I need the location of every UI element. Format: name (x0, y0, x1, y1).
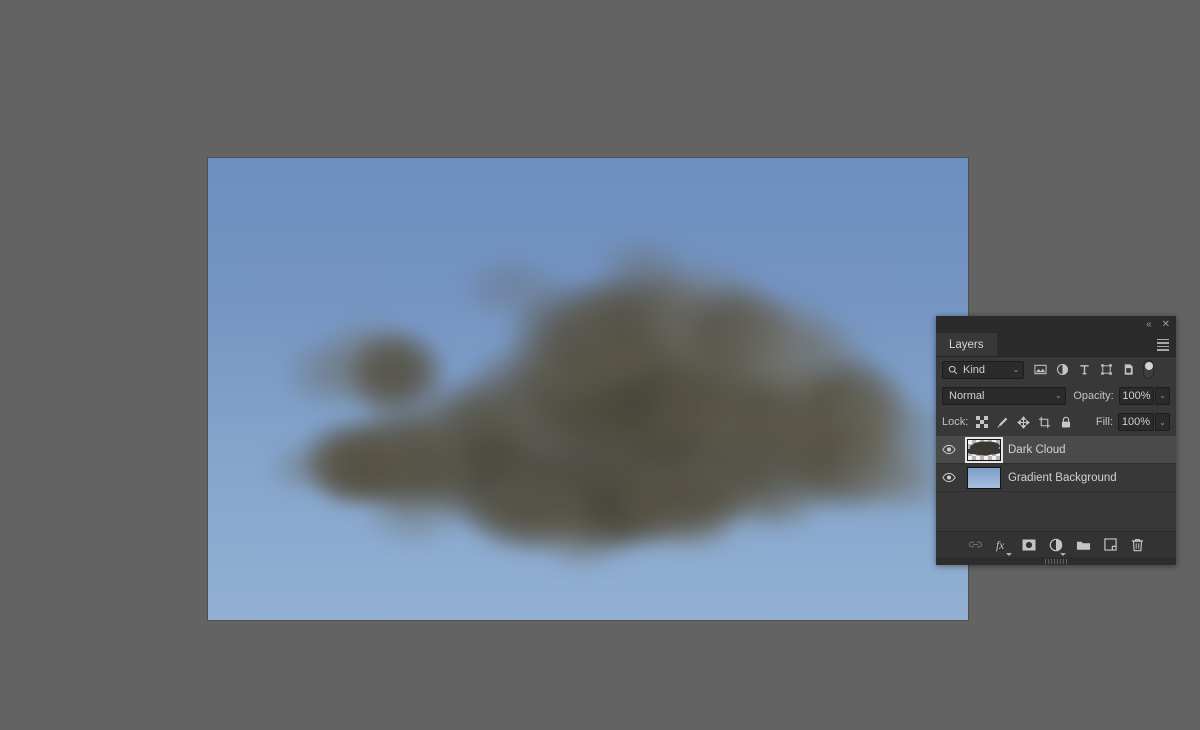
blend-mode-value: Normal (949, 389, 985, 402)
dark-cloud-layer-render (208, 158, 968, 620)
shape-filter-icon[interactable] (1095, 360, 1117, 380)
panel-tabbar: Layers (936, 333, 1176, 357)
layers-panel[interactable]: « ✕ Layers Kind ⌄ Normal ⌄ Opacity: 100%… (936, 316, 1176, 565)
cloud-puff (278, 333, 368, 413)
tabbar-spacer (997, 333, 1154, 356)
fill-stepper-chevron-icon[interactable]: ⌄ (1155, 413, 1170, 431)
layer-thumbnail-cell[interactable] (962, 466, 1006, 489)
panel-titlebar: « ✕ (936, 316, 1176, 333)
kind-filter-select[interactable]: Kind ⌄ (942, 360, 1024, 379)
adjustment-filter-icon[interactable] (1051, 360, 1073, 380)
lock-position-icon[interactable] (1013, 412, 1034, 432)
filter-toggle-knob (1144, 362, 1153, 370)
panel-footer: fx (936, 531, 1176, 557)
layer-thumbnail-dark-cloud (965, 436, 1003, 463)
add-mask-button[interactable] (1016, 533, 1043, 557)
lock-all-icon[interactable] (1055, 412, 1076, 432)
fill-label: Fill: (1095, 416, 1113, 428)
smart-object-filter-icon[interactable] (1117, 360, 1139, 380)
new-layer-icon (1103, 538, 1117, 551)
svg-text:fx: fx (995, 540, 1003, 552)
type-filter-icon[interactable] (1073, 360, 1095, 380)
layer-row-gradient-background[interactable]: Gradient Background (936, 464, 1176, 492)
image-filter-icon[interactable] (1029, 360, 1051, 380)
new-group-button[interactable] (1070, 533, 1097, 557)
opacity-stepper-chevron-icon[interactable]: ⌄ (1155, 386, 1170, 405)
kind-filter-label: Kind (963, 363, 986, 376)
document-canvas[interactable] (208, 158, 968, 620)
layer-row-dark-cloud[interactable]: Dark Cloud (936, 436, 1176, 464)
lock-label: Lock: (942, 416, 969, 428)
trash-icon (1131, 538, 1143, 551)
adjustment-caret-icon (1059, 552, 1066, 556)
layer-thumbnail-gradient-background (967, 466, 1001, 489)
application-window: « ✕ Layers Kind ⌄ Normal ⌄ Opacity: 100%… (0, 0, 1200, 730)
layer-visibility-toggle[interactable] (936, 444, 962, 455)
cloud-puff (358, 488, 468, 548)
adjustment-icon (1049, 538, 1063, 551)
thumbnail-cloud-shape (971, 444, 997, 456)
new-layer-button[interactable] (1097, 533, 1124, 557)
search-icon (948, 365, 958, 375)
fx-caret-icon (1005, 552, 1012, 556)
link-layers-button[interactable] (962, 533, 989, 557)
panel-body: Kind ⌄ Normal ⌄ Opacity: 100% ⌄ Lock: Fi… (936, 357, 1176, 565)
lock-row: Lock: Fill: 100% ⌄ (936, 409, 1176, 435)
cloud-puff-group (208, 158, 968, 620)
cloud-puff (458, 253, 568, 323)
lock-image-icon[interactable] (992, 412, 1013, 432)
eye-icon (942, 444, 956, 455)
opacity-input[interactable]: 100% (1118, 386, 1155, 405)
mask-icon (1022, 539, 1036, 550)
lock-transparency-icon[interactable] (971, 412, 992, 432)
lock-artboard-icon[interactable] (1034, 412, 1055, 432)
fill-group: Fill: 100% ⌄ (1096, 413, 1170, 431)
close-panel-icon[interactable]: ✕ (1162, 319, 1170, 330)
thumbnail-gradient-fill (968, 467, 1000, 488)
collapse-panel-icon[interactable]: « (1146, 319, 1152, 330)
layer-name-gradient-background[interactable]: Gradient Background (1006, 472, 1117, 484)
link-icon (968, 541, 982, 548)
adjustment-layer-button[interactable] (1043, 533, 1070, 557)
cloud-puff (718, 483, 828, 538)
layer-thumbnail-cell[interactable] (962, 436, 1006, 463)
blend-mode-select[interactable]: Normal ⌄ (942, 386, 1067, 405)
opacity-label: Opacity: (1073, 389, 1114, 402)
eye-icon (942, 472, 956, 483)
blend-mode-row: Normal ⌄ Opacity: 100% ⌄ (936, 382, 1176, 409)
lock-icon-group (971, 412, 1076, 432)
grip-lines (1045, 558, 1067, 564)
layer-name-dark-cloud[interactable]: Dark Cloud (1006, 444, 1066, 456)
layer-visibility-toggle[interactable] (936, 472, 962, 483)
cloud-puff (588, 233, 698, 293)
chevron-down-icon[interactable]: ⌄ (1051, 391, 1065, 400)
cloud-puff (263, 438, 343, 498)
filter-toggle[interactable] (1143, 360, 1154, 379)
fx-icon: fx (995, 540, 1003, 552)
panel-menu-icon[interactable] (1154, 333, 1176, 356)
layer-list[interactable]: Dark Cloud Gradient Background (936, 435, 1176, 531)
folder-icon (1076, 541, 1090, 550)
layer-style-button[interactable]: fx (989, 533, 1016, 557)
tab-layers[interactable]: Layers (936, 333, 997, 356)
panel-resize-grip[interactable] (936, 557, 1176, 565)
filter-row: Kind ⌄ (936, 357, 1176, 382)
delete-layer-button[interactable] (1124, 533, 1151, 557)
chevron-down-icon[interactable]: ⌄ (1009, 365, 1023, 374)
cloud-puff (538, 528, 628, 573)
filter-icon-group (1029, 360, 1139, 380)
fill-input[interactable]: 100% (1118, 413, 1154, 431)
